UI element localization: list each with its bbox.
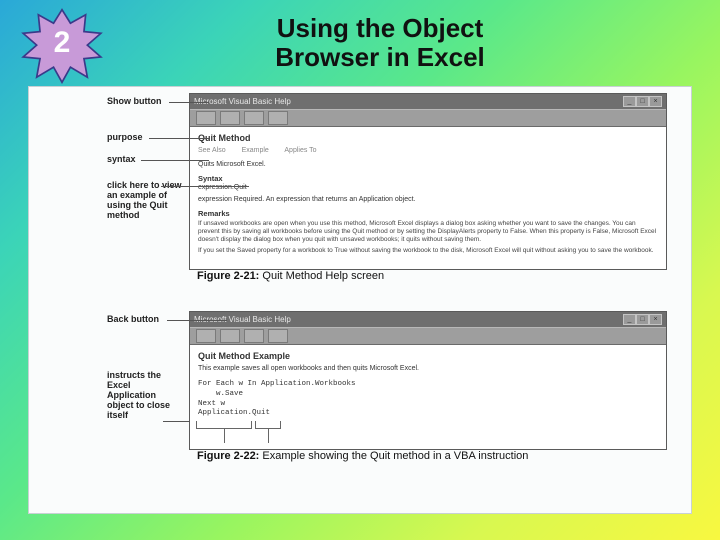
window-titlebar: Microsoft Visual Basic Help _ □ × (190, 312, 666, 327)
page-title: Using the Object Browser in Excel (200, 14, 560, 71)
help-content: Quit Method Example This example saves a… (190, 345, 666, 449)
back-button[interactable] (220, 111, 240, 125)
window-controls: _ □ × (623, 314, 662, 325)
maximize-icon[interactable]: □ (636, 96, 649, 107)
back-button[interactable] (220, 329, 240, 343)
bracket-application (196, 421, 252, 429)
figure-caption-2: Figure 2-22: Example showing the Quit me… (107, 450, 667, 462)
help-heading: Quit Method (198, 133, 658, 144)
bracket-stem-2 (268, 429, 269, 443)
title-line-2: Browser in Excel (275, 42, 485, 72)
close-icon[interactable]: × (649, 314, 662, 325)
minimize-icon[interactable]: _ (623, 96, 636, 107)
title-line-1: Using the Object (277, 13, 484, 43)
applies-to-link[interactable]: Applies To (284, 147, 316, 154)
vba-code: For Each w In Application.Workbooks w.Sa… (198, 380, 658, 419)
help-heading: Quit Method Example (198, 351, 658, 362)
remarks-p2: If you set the Saved property for a work… (198, 247, 658, 255)
figure-2-21: Show button purpose syntax click here to… (107, 93, 667, 282)
help-window-1: Microsoft Visual Basic Help _ □ × Quit M… (189, 93, 667, 270)
figure-2-22: Back button instructs the Excel Applicat… (107, 311, 667, 462)
forward-button[interactable] (244, 111, 264, 125)
bracket-quit (255, 421, 281, 429)
show-button[interactable] (196, 329, 216, 343)
help-window-2: Microsoft Visual Basic Help _ □ × Quit M… (189, 311, 667, 450)
caption-label: Figure 2-22: (197, 450, 259, 462)
figure-caption-1: Figure 2-21: Quit Method Help screen (107, 270, 667, 282)
remarks-label: Remarks (198, 209, 658, 218)
window-titlebar: Microsoft Visual Basic Help _ □ × (190, 94, 666, 109)
options-button[interactable] (268, 111, 288, 125)
help-nav-links: See Also Example Applies To (198, 147, 658, 156)
caption-label: Figure 2-21: (197, 270, 259, 282)
show-button[interactable] (196, 111, 216, 125)
syntax-label: Syntax (198, 174, 658, 183)
minimize-icon[interactable]: _ (623, 314, 636, 325)
options-button[interactable] (268, 329, 288, 343)
chapter-badge: 2 (18, 8, 106, 84)
maximize-icon[interactable]: □ (636, 314, 649, 325)
bracket-stem-1 (224, 429, 225, 443)
help-toolbar (190, 327, 666, 345)
syntax-expression: expression.Quit (198, 184, 658, 193)
syntax-description: expression Required. An expression that … (198, 196, 658, 205)
window-controls: _ □ × (623, 96, 662, 107)
example-link[interactable]: Example (242, 147, 269, 154)
remarks-text: If unsaved workbooks are open when you u… (198, 220, 658, 256)
caption-text: Quit Method Help screen (262, 270, 384, 282)
chapter-number: 2 (18, 26, 106, 60)
close-icon[interactable]: × (649, 96, 662, 107)
help-summary: Quits Microsoft Excel. (198, 161, 658, 170)
remarks-p1: If unsaved workbooks are open when you u… (198, 220, 658, 244)
callout-instructs: instructs the Excel Application object t… (107, 371, 179, 420)
see-also-link[interactable]: See Also (198, 147, 226, 154)
example-intro: This example saves all open workbooks an… (198, 365, 658, 374)
forward-button[interactable] (244, 329, 264, 343)
content-panel: Show button purpose syntax click here to… (28, 86, 692, 514)
caption-text: Example showing the Quit method in a VBA… (262, 450, 528, 462)
help-toolbar (190, 109, 666, 127)
help-content: Quit Method See Also Example Applies To … (190, 127, 666, 269)
